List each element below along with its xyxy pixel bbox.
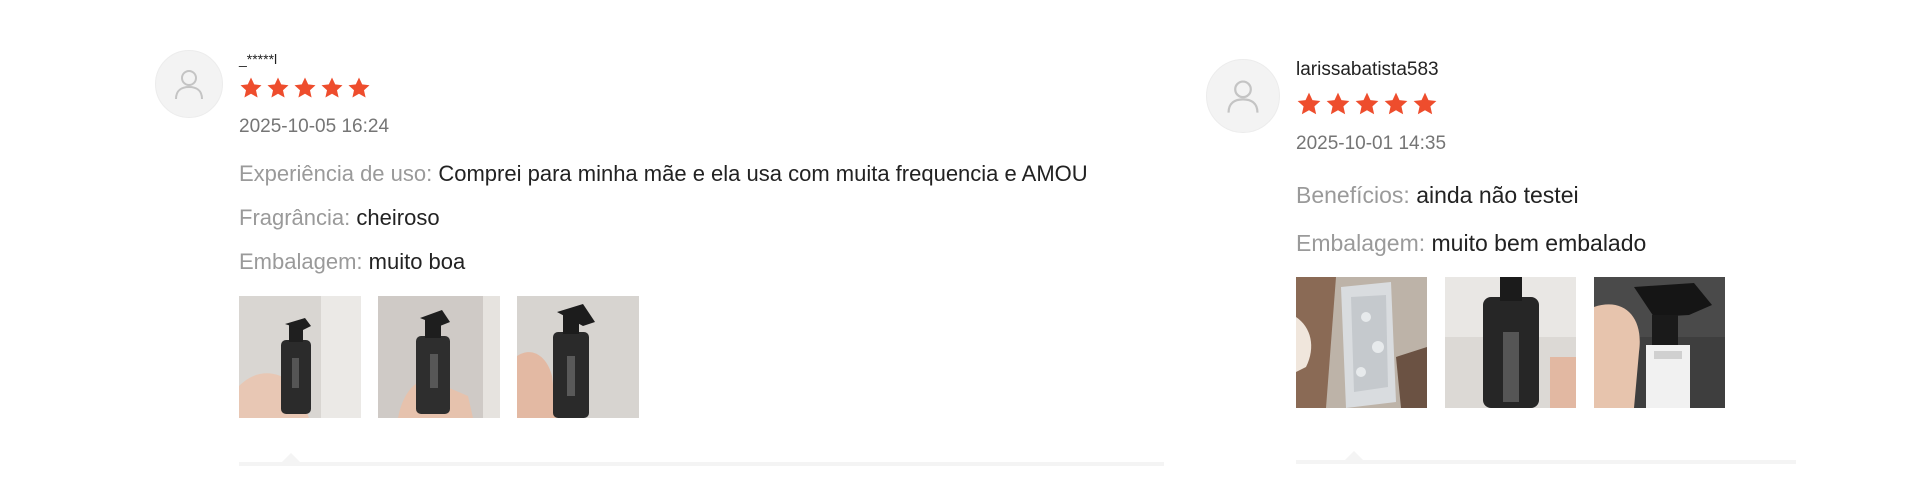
- attribute-label: Experiência de uso:: [239, 161, 433, 186]
- reviewer-username: larissabatista583: [1296, 59, 1439, 80]
- reviewer-username: _*****l: [239, 51, 278, 67]
- star-icon: [321, 77, 343, 98]
- rating-stars: [1296, 91, 1806, 117]
- star-icon: [294, 77, 316, 98]
- attribute-row: Benefícios: ainda não testei: [1296, 181, 1806, 209]
- rating-stars: [239, 76, 1165, 102]
- attribute-value: muito boa: [368, 249, 466, 274]
- review-photo-2[interactable]: [1445, 277, 1576, 408]
- attribute-value: muito bem embalado: [1431, 230, 1647, 256]
- attribute-row: Embalagem: muito boa: [239, 248, 1165, 276]
- star-icon: [1384, 92, 1408, 115]
- star-icon: [348, 77, 370, 98]
- user-icon: [175, 70, 203, 100]
- star-icon: [1297, 92, 1321, 115]
- user-icon: [1227, 80, 1259, 113]
- review-photo-1[interactable]: [1296, 277, 1427, 408]
- attribute-value: Comprei para minha mãe e ela usa com mui…: [438, 161, 1088, 186]
- review-photos: [239, 296, 1165, 418]
- review-attributes: Benefícios: ainda não testei Embalagem: …: [1296, 181, 1806, 257]
- review-photo-2[interactable]: [378, 296, 500, 418]
- review-photos: [1296, 277, 1806, 408]
- attribute-label: Embalagem:: [239, 249, 363, 274]
- attribute-row: Experiência de uso: Comprei para minha m…: [239, 160, 1165, 188]
- review-date: 2025-10-01 14:35: [1296, 133, 1447, 154]
- attribute-label: Fragrância:: [239, 205, 351, 230]
- review-photo-1[interactable]: [239, 296, 361, 418]
- review-photo-3[interactable]: [1594, 277, 1725, 408]
- divider-pointer: [1345, 451, 1363, 460]
- avatar[interactable]: [155, 50, 223, 118]
- star-icon: [1326, 92, 1350, 115]
- review-attributes: Experiência de uso: Comprei para minha m…: [239, 160, 1165, 276]
- divider-pointer: [282, 453, 300, 462]
- star-icon: [267, 77, 289, 98]
- review-date: 2025-10-05 16:24: [239, 116, 390, 137]
- attribute-label: Benefícios:: [1296, 182, 1410, 208]
- review-divider: [1296, 460, 1796, 464]
- attribute-value: ainda não testei: [1416, 182, 1579, 208]
- star-icon: [240, 77, 262, 98]
- star-icon: [1355, 92, 1379, 115]
- attribute-row: Embalagem: muito bem embalado: [1296, 229, 1806, 257]
- avatar[interactable]: [1206, 59, 1280, 133]
- review-photo-3[interactable]: [517, 296, 639, 418]
- attribute-value: cheiroso: [356, 205, 440, 230]
- star-icon: [1413, 92, 1437, 115]
- review-divider: [239, 462, 1164, 466]
- attribute-row: Fragrância: cheiroso: [239, 204, 1165, 232]
- attribute-label: Embalagem:: [1296, 230, 1426, 256]
